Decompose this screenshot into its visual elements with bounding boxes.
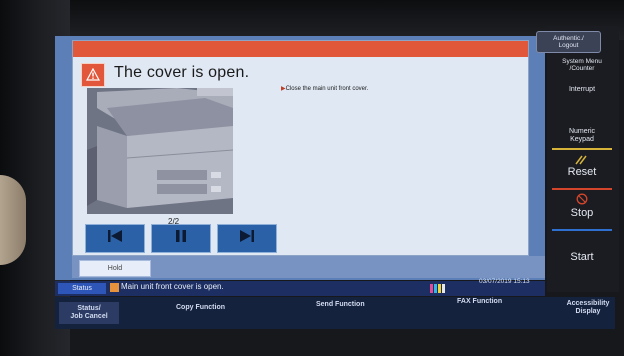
status-job-cancel-label: Status/ Job Cancel [70,305,108,320]
stop-icon [576,192,588,205]
instruction-text: ▶Close the main unit front cover. [281,85,368,92]
keypad-divider [552,148,612,150]
numeric-keypad-key[interactable]: Numeric Keypad [549,128,615,144]
accessibility-display-label: Accessibility Display [566,300,610,315]
dialog-title: The cover is open. [114,64,250,81]
status-label[interactable]: Status [58,283,106,294]
pause-button[interactable] [151,224,211,253]
skip-forward-button[interactable] [217,224,277,253]
instruction-label: Close the main unit front cover. [285,86,369,92]
skip-back-icon [107,229,123,248]
reset-key[interactable]: Reset [549,166,615,178]
system-menu-counter-key[interactable]: System Menu /Counter [549,58,615,72]
stop-key[interactable]: Stop [549,207,615,219]
authentic-logout-label: Authentic./ Logout [553,35,584,49]
start-divider [552,229,612,231]
hold-button[interactable]: Hold [79,260,151,277]
start-key[interactable]: Start [549,251,615,263]
stop-divider [552,188,612,190]
printer-illustration [87,88,233,214]
warning-icon [81,63,105,87]
alert-bar [73,41,528,57]
status-job-cancel-button[interactable]: Status/ Job Cancel [59,302,119,324]
toner-icon [430,280,450,293]
status-message: Main unit front cover is open. [121,282,224,291]
send-function-button[interactable]: Send Function [316,301,365,309]
reset-icon [570,152,590,165]
skip-forward-icon [239,229,255,248]
interrupt-key[interactable]: Interrupt [549,86,615,93]
authentic-logout-button[interactable]: Authentic./ Logout [536,31,601,53]
device-bezel-top [0,0,624,40]
copy-function-button[interactable]: Copy Function [176,304,225,312]
date-time: 03/07/2019 15:13 [479,278,530,285]
background-wall [0,175,26,265]
skip-back-button[interactable] [85,224,145,253]
cover-open-dialog: The cover is open. 2/2 ▶Close the main u… [72,40,529,256]
alert-icon [110,283,119,292]
pause-icon [174,229,188,248]
accessibility-display-button[interactable]: Accessibility Display [558,292,618,324]
fax-function-button[interactable]: FAX Function [457,298,502,306]
